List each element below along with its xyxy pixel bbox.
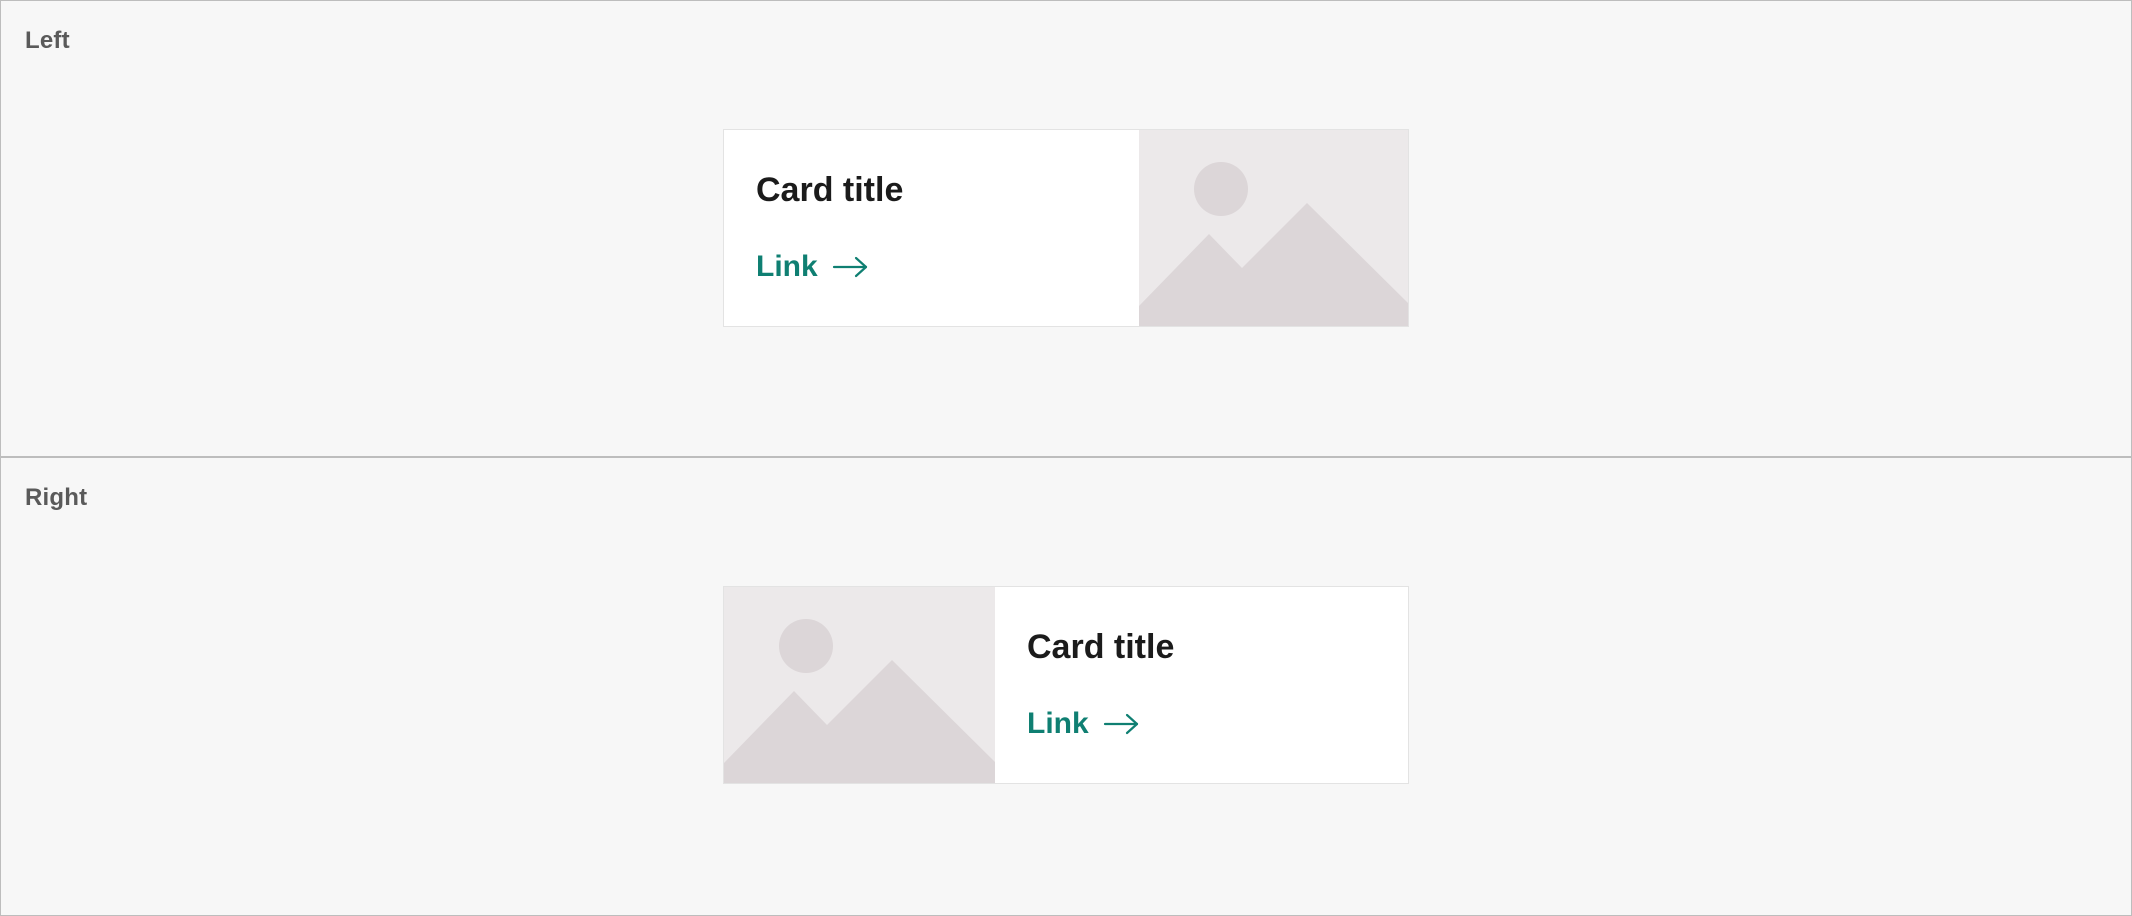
panel-left: Left Card title Link <box>0 0 2132 457</box>
card: Card title Link <box>723 129 1409 327</box>
panel-label: Left <box>25 27 70 54</box>
card-title: Card title <box>1027 628 1175 666</box>
card-content: Card title Link <box>995 587 1408 783</box>
image-placeholder-icon <box>724 587 995 783</box>
card: Card title Link <box>723 586 1409 784</box>
arrow-right-icon <box>1103 712 1141 736</box>
card-link[interactable]: Link <box>1027 706 1141 742</box>
card-title: Card title <box>756 171 904 209</box>
image-placeholder-icon <box>1139 130 1408 326</box>
card-link[interactable]: Link <box>756 249 870 285</box>
card-content: Card title Link <box>724 130 1139 326</box>
card-image <box>724 587 995 783</box>
card-image <box>1139 130 1408 326</box>
card-link-label: Link <box>1027 707 1089 740</box>
panel-label: Right <box>25 484 88 511</box>
card-link-label: Link <box>756 250 818 283</box>
panel-right: Right Card title Link <box>0 457 2132 916</box>
arrow-right-icon <box>832 255 870 279</box>
